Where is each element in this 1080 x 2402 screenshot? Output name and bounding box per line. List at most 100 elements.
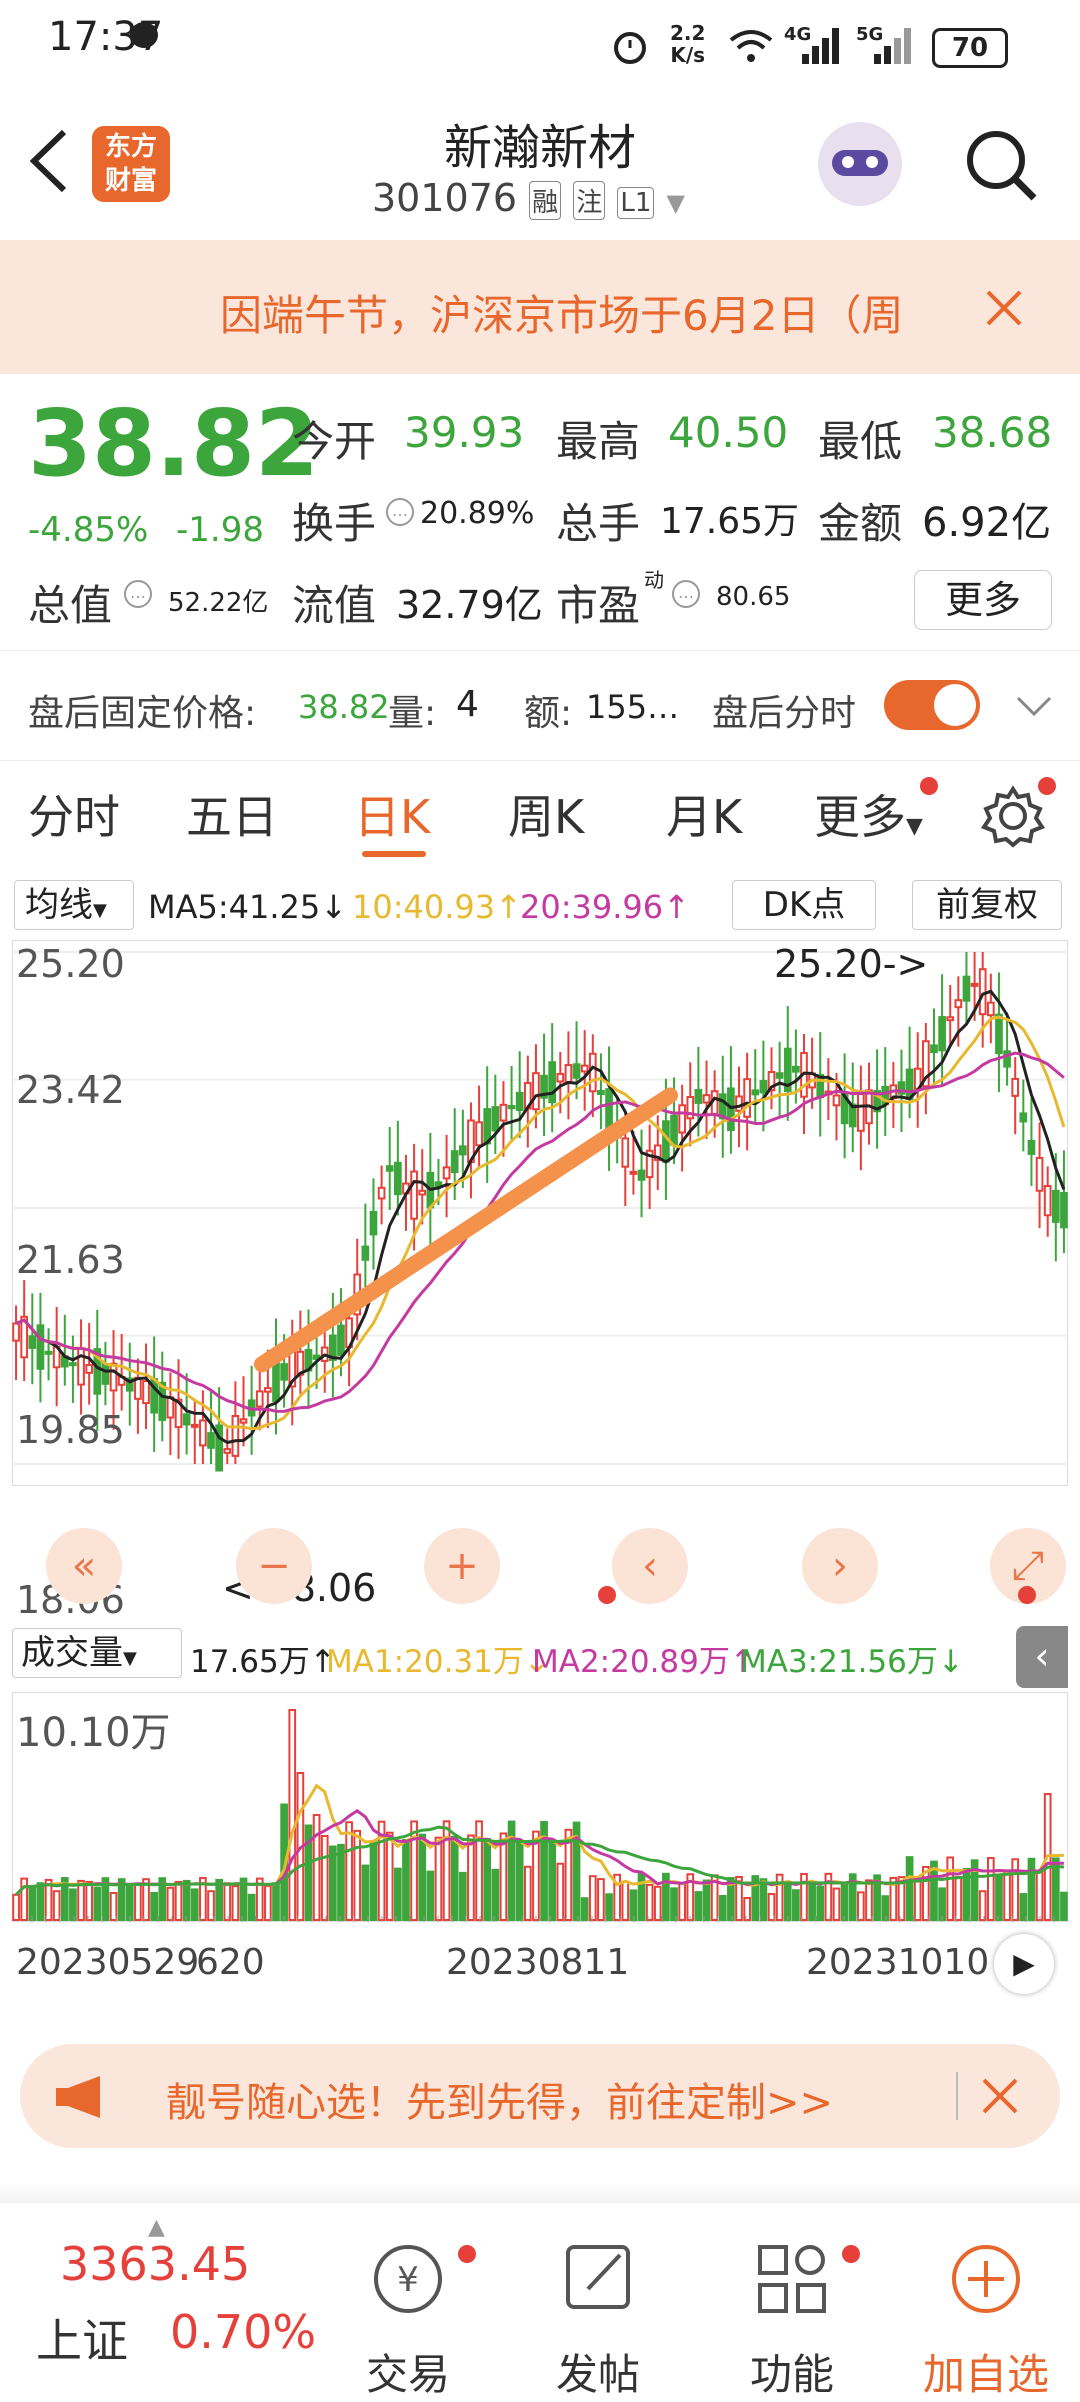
- scroll-right-button[interactable]: ›: [802, 1528, 878, 1604]
- volume-bar: [1011, 1858, 1020, 1921]
- candle-body: [597, 1090, 605, 1096]
- volume-bar: [166, 1886, 175, 1921]
- tab-intraday[interactable]: 分时: [28, 781, 120, 847]
- volume-bar: [93, 1886, 102, 1921]
- volume-current: 17.65万↑: [190, 1644, 336, 1680]
- candle-body: [77, 1347, 85, 1386]
- index-name[interactable]: 上证: [36, 2305, 128, 2371]
- volume-bar: [629, 1889, 638, 1921]
- info-icon[interactable]: …: [672, 580, 700, 608]
- volume-bar: [857, 1891, 865, 1921]
- info-icon[interactable]: …: [386, 498, 414, 526]
- volume-bar: [174, 1880, 183, 1921]
- after-hours-toggle[interactable]: [884, 680, 980, 730]
- notification-dot: [920, 777, 938, 795]
- volume-bar: [320, 1835, 329, 1921]
- tab-daily-k[interactable]: 日K: [354, 781, 430, 847]
- scroll-left-fast-button[interactable]: «: [46, 1528, 122, 1604]
- ma-select[interactable]: 均线▼: [14, 880, 134, 930]
- indicator-select[interactable]: 成交量▼: [12, 1628, 182, 1678]
- tab-weekly-k[interactable]: 周K: [508, 781, 584, 847]
- candle-body: [394, 1161, 402, 1196]
- play-forward-button[interactable]: ▶: [994, 1934, 1054, 1994]
- stock-code[interactable]: 301076 融 注 L1 ▼: [372, 176, 685, 220]
- mktcap-label: 总值: [28, 581, 113, 630]
- tag-level1: L1: [617, 187, 655, 219]
- adjust-button[interactable]: 前复权: [912, 880, 1062, 930]
- volume-bar: [580, 1897, 589, 1922]
- candle-body: [507, 1104, 516, 1110]
- tab-monthly-k[interactable]: 月K: [666, 781, 742, 847]
- zoom-in-button[interactable]: +: [424, 1528, 500, 1604]
- volume-bar: [694, 1891, 703, 1922]
- volume-bar: [670, 1887, 678, 1922]
- nav-add-watchlist[interactable]: 加自选: [906, 2341, 1066, 2402]
- candle-body: [1035, 1157, 1044, 1192]
- volume-bar: [515, 1840, 524, 1921]
- nav-functions[interactable]: 功能: [712, 2341, 872, 2402]
- scroll-left-button[interactable]: ‹: [612, 1528, 688, 1604]
- close-icon[interactable]: [980, 2076, 1020, 2116]
- dk-point-button[interactable]: DK点: [732, 880, 876, 930]
- gear-icon[interactable]: [980, 783, 1046, 849]
- notification-dot: [458, 2245, 476, 2263]
- candle-body: [1043, 1185, 1052, 1217]
- nav-post[interactable]: 发帖: [518, 2341, 678, 2402]
- volume-bar: [865, 1879, 873, 1921]
- zoom-out-button[interactable]: −: [236, 1528, 312, 1604]
- robot-assistant-icon[interactable]: [818, 122, 902, 206]
- volume-value: 17.65万: [660, 501, 800, 542]
- volume-bar: [52, 1890, 61, 1922]
- volume-bar: [523, 1865, 532, 1921]
- collapse-panel-button[interactable]: ‹: [1016, 1626, 1068, 1688]
- add-watchlist-icon[interactable]: [944, 2237, 1028, 2321]
- index-value[interactable]: 3363.45: [60, 2237, 250, 2291]
- info-icon[interactable]: …: [124, 580, 152, 608]
- volume-bar: [402, 1838, 410, 1921]
- candle-body: [946, 1016, 955, 1022]
- functions-icon[interactable]: [750, 2237, 834, 2321]
- candle-body: [280, 1363, 288, 1381]
- after-hours-amt-label: 额:: [524, 693, 573, 734]
- volume-bar: [182, 1879, 191, 1922]
- volume-bar: [718, 1895, 727, 1922]
- candle-body: [670, 1114, 678, 1146]
- volume-bar: [548, 1842, 557, 1921]
- pe-label: 市盈: [556, 581, 641, 630]
- period-tabs: 分时 五日 日K 周K 月K 更多▼: [0, 760, 1080, 870]
- candlestick-chart[interactable]: [12, 940, 1068, 1486]
- candle-body: [564, 1064, 573, 1083]
- candle-body: [458, 1145, 467, 1156]
- post-icon[interactable]: [558, 2237, 642, 2321]
- candle-body: [44, 1350, 53, 1355]
- candle-body: [995, 1013, 1003, 1055]
- high-label: 最高: [556, 417, 641, 466]
- candle-body: [548, 1061, 557, 1104]
- volume-bar: [946, 1856, 955, 1922]
- index-change[interactable]: 0.70%: [170, 2305, 316, 2359]
- open-label: 今开: [292, 417, 377, 466]
- y-tick-label: 23.42: [16, 1068, 125, 1112]
- volume-bar: [207, 1890, 215, 1922]
- more-button[interactable]: 更多: [914, 570, 1052, 630]
- tab-five-day[interactable]: 五日: [186, 781, 278, 847]
- holiday-notice[interactable]: 因端午节，沪深京市场于6月2日（周: [0, 240, 1080, 374]
- volume-bar: [345, 1821, 353, 1921]
- divider: [0, 650, 1080, 651]
- chevron-down-icon[interactable]: [1014, 692, 1054, 722]
- volume-bar: [597, 1878, 605, 1921]
- search-icon[interactable]: [962, 126, 1042, 206]
- promo-banner[interactable]: 靓号随心选！先到先得，前往定制>>: [20, 2044, 1060, 2148]
- tab-more[interactable]: 更多▼: [814, 781, 923, 847]
- candle-body: [36, 1324, 45, 1370]
- divider: [0, 2183, 1080, 2203]
- trade-icon[interactable]: ¥: [366, 2237, 450, 2321]
- candle-body: [986, 1001, 995, 1017]
- candle-body: [272, 1359, 280, 1402]
- volume-bar: [418, 1833, 427, 1922]
- volume-bar: [28, 1885, 37, 1921]
- candle-body: [361, 1245, 370, 1261]
- close-icon[interactable]: [984, 288, 1024, 328]
- volume-bar: [986, 1857, 995, 1922]
- nav-trade[interactable]: 交易: [328, 2341, 488, 2402]
